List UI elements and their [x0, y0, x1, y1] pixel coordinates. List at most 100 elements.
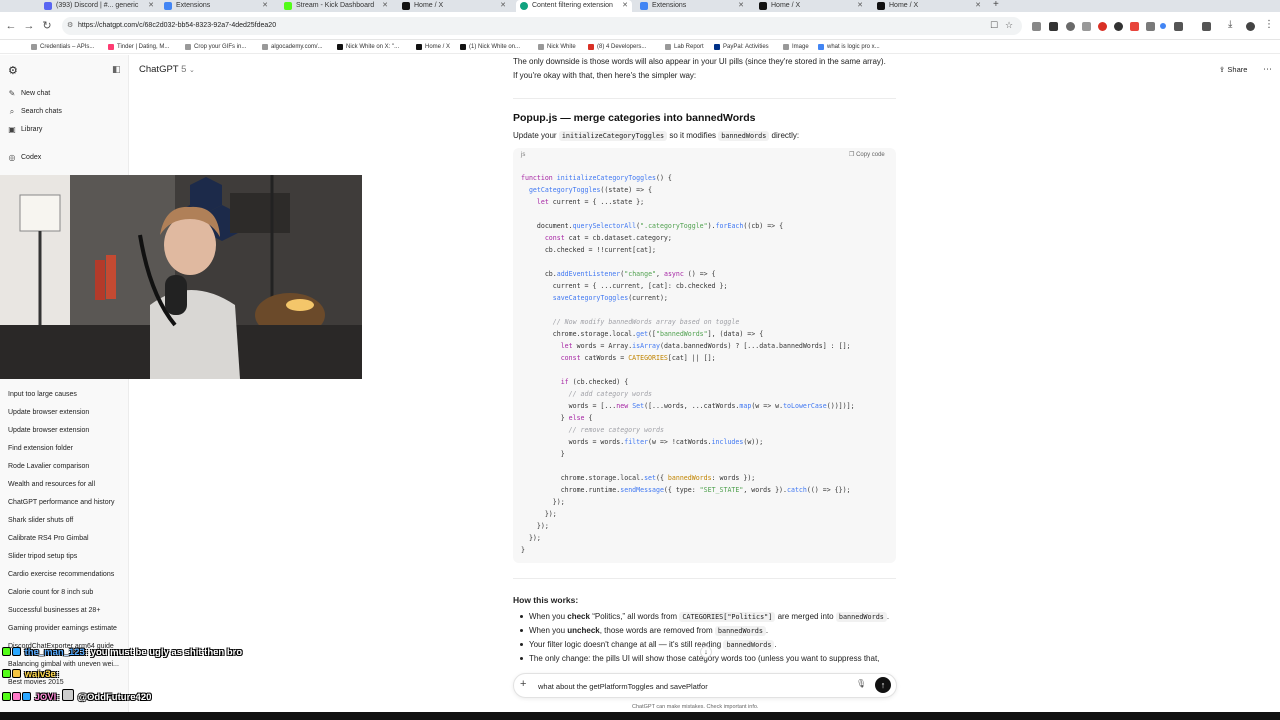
chat-history-item[interactable]: Balancing gimbal with uneven wei...	[8, 661, 119, 668]
bookmark-item[interactable]: Image	[783, 40, 809, 54]
tab-close-icon[interactable]: ✕	[262, 0, 268, 12]
extension-icon[interactable]	[1114, 22, 1123, 31]
reload-icon[interactable]: ↻	[40, 19, 54, 33]
sidebar-item-new-chat[interactable]: ✎ New chat	[8, 90, 51, 98]
chat-history-item[interactable]: Gaming provider earnings estimate	[8, 625, 117, 632]
bookmark-item[interactable]: (8) 4 Developers...	[588, 40, 646, 54]
bookmark-item[interactable]: Nick White	[538, 40, 576, 54]
chat-history-item[interactable]: Update browser extension	[8, 427, 89, 434]
attach-plus-icon[interactable]: +	[520, 678, 526, 690]
chat-history-item[interactable]: Best movies 2015	[8, 679, 64, 686]
back-icon[interactable]: ←	[4, 19, 18, 33]
model-selector[interactable]: ChatGPT 5 ⌄	[139, 64, 195, 75]
paragraph: Update your initializeCategoryToggles so…	[513, 131, 799, 141]
tab-close-icon[interactable]: ✕	[382, 0, 388, 12]
tab-close-icon[interactable]: ✕	[500, 0, 506, 12]
bookmark-label: what is logic pro x...	[827, 44, 880, 50]
chat-history-item[interactable]: Cardio exercise recommendations	[8, 571, 114, 578]
sidebar-toggle-icon[interactable]	[1202, 22, 1211, 31]
code-line: saveCategoryToggles(current);	[552, 294, 668, 302]
tab-close-icon[interactable]: ✕	[975, 0, 981, 12]
bookmark-label: Image	[792, 44, 809, 50]
browser-tab-active[interactable]: Content filtering extension ✕	[516, 0, 632, 12]
tab-label: Stream - Kick Dashboard	[296, 2, 375, 9]
bookmark-favicon-icon	[818, 44, 824, 50]
chat-history-item[interactable]: Update browser extension	[8, 409, 89, 416]
chat-history-item[interactable]: Calibrate RS4 Pro Gimbal	[8, 535, 89, 542]
download-icon[interactable]: ⤓	[1228, 19, 1232, 30]
bookmark-item[interactable]: Credentials – APIs...	[31, 40, 94, 54]
browser-menu-icon[interactable]: ⋮	[1264, 19, 1274, 30]
sidebar-item-search-chats[interactable]: ⌕ Search chats	[8, 108, 62, 116]
openai-logo-icon[interactable]: ⚙	[8, 64, 18, 77]
chat-history-item[interactable]: Input too large causes	[8, 391, 77, 398]
browser-tab[interactable]: Extensions ✕	[636, 0, 748, 12]
microphone-icon[interactable]: 🎙	[856, 679, 866, 688]
bookmark-item[interactable]: Tinder | Dating, M...	[108, 40, 169, 54]
extension-icon[interactable]	[1160, 23, 1166, 29]
tab-close-icon[interactable]: ✕	[738, 0, 744, 12]
model-version: 5	[181, 64, 187, 75]
chat-history-item[interactable]: Find extension folder	[8, 445, 73, 452]
bookmark-item[interactable]: algocademy.com/...	[262, 40, 323, 54]
sidebar-collapse-icon[interactable]: ◧	[112, 64, 121, 75]
extensions-favicon-icon	[164, 2, 172, 10]
extension-icon[interactable]	[1098, 22, 1107, 31]
tab-close-icon[interactable]: ✕	[857, 0, 863, 12]
text: so it modifies	[669, 131, 717, 140]
copy-icon: ❐	[849, 152, 855, 158]
extension-icon[interactable]	[1032, 22, 1041, 31]
bullet-dot	[520, 615, 523, 618]
scroll-to-bottom-button[interactable]: ↓	[700, 646, 712, 658]
extension-icon[interactable]	[1146, 22, 1155, 31]
browser-tab[interactable]: Home / X ✕	[398, 0, 510, 12]
extension-icon[interactable]	[1066, 22, 1075, 31]
paragraph: The only downside is those words will al…	[513, 57, 886, 66]
browser-tab[interactable]: Extensions ✕	[160, 0, 272, 12]
chat-history-item[interactable]: Wealth and resources for all	[8, 481, 95, 488]
extensions-puzzle-icon[interactable]	[1174, 22, 1183, 31]
bookmark-favicon-icon	[337, 44, 343, 50]
chat-badge-icon	[12, 669, 21, 678]
code-language-label: js	[521, 152, 526, 158]
browser-tab[interactable]: Home / X ✕	[873, 0, 985, 12]
chat-history-item[interactable]: Rode Lavalier comparison	[8, 463, 89, 470]
bookmark-item[interactable]: Lab Report	[665, 40, 704, 54]
bookmark-item[interactable]: PayPal: Activities	[714, 40, 769, 54]
browser-tab[interactable]: Home / X ✕	[755, 0, 867, 12]
bookmark-item[interactable]: Crop your GIFs in...	[185, 40, 246, 54]
tab-close-icon[interactable]: ✕	[148, 0, 154, 12]
bookmark-favicon-icon	[262, 44, 268, 50]
code-line: });	[521, 534, 541, 542]
chat-history-item[interactable]: Shark slider shuts off	[8, 517, 73, 524]
more-options-icon[interactable]: ⋯	[1263, 64, 1272, 75]
chat-history-item[interactable]: Calorie count for 8 inch sub	[8, 589, 93, 596]
star-icon[interactable]: ☆	[1005, 20, 1013, 31]
copy-code-button[interactable]: ❐ Copy code	[849, 151, 885, 158]
prompt-input[interactable]	[538, 679, 838, 693]
bookmark-item[interactable]: Nick White on X: "...	[337, 40, 399, 54]
new-tab-button[interactable]: +	[993, 0, 999, 10]
share-button[interactable]: ⇪ Share	[1219, 65, 1247, 74]
sidebar-item-codex[interactable]: ◎ Codex	[8, 154, 42, 162]
site-info-icon[interactable]: ⚙	[67, 17, 73, 35]
chat-history-item[interactable]: ChatGPT performance and history	[8, 499, 114, 506]
bookmark-page-icon[interactable]: ☐	[990, 20, 998, 31]
bookmark-item[interactable]: (1) Nick White on...	[460, 40, 520, 54]
tab-close-icon[interactable]: ✕	[622, 0, 628, 12]
chat-history-item[interactable]: Successful businesses at 28+	[8, 607, 100, 614]
chat-history-item[interactable]: Slider tripod setup tips	[8, 553, 77, 560]
extension-icon[interactable]	[1130, 22, 1139, 31]
bookmark-item[interactable]: what is logic pro x...	[818, 40, 880, 54]
bookmark-item[interactable]: Home / X	[416, 40, 450, 54]
browser-tab[interactable]: (393) Discord | #... generic ✕	[40, 0, 158, 12]
chat-badge-icon	[12, 647, 21, 656]
forward-icon[interactable]: →	[22, 19, 36, 33]
extension-icon[interactable]	[1049, 22, 1058, 31]
sidebar-item-library[interactable]: ▣ Library	[8, 126, 42, 134]
send-button[interactable]: ↑	[875, 677, 891, 693]
browser-tab[interactable]: Stream - Kick Dashboard ✕	[280, 0, 392, 12]
extension-icon[interactable]	[1082, 22, 1091, 31]
url-field[interactable]: ⚙ https://chatgpt.com/c/68c2d032-bb54-83…	[62, 17, 1022, 35]
profile-avatar[interactable]	[1246, 22, 1255, 31]
